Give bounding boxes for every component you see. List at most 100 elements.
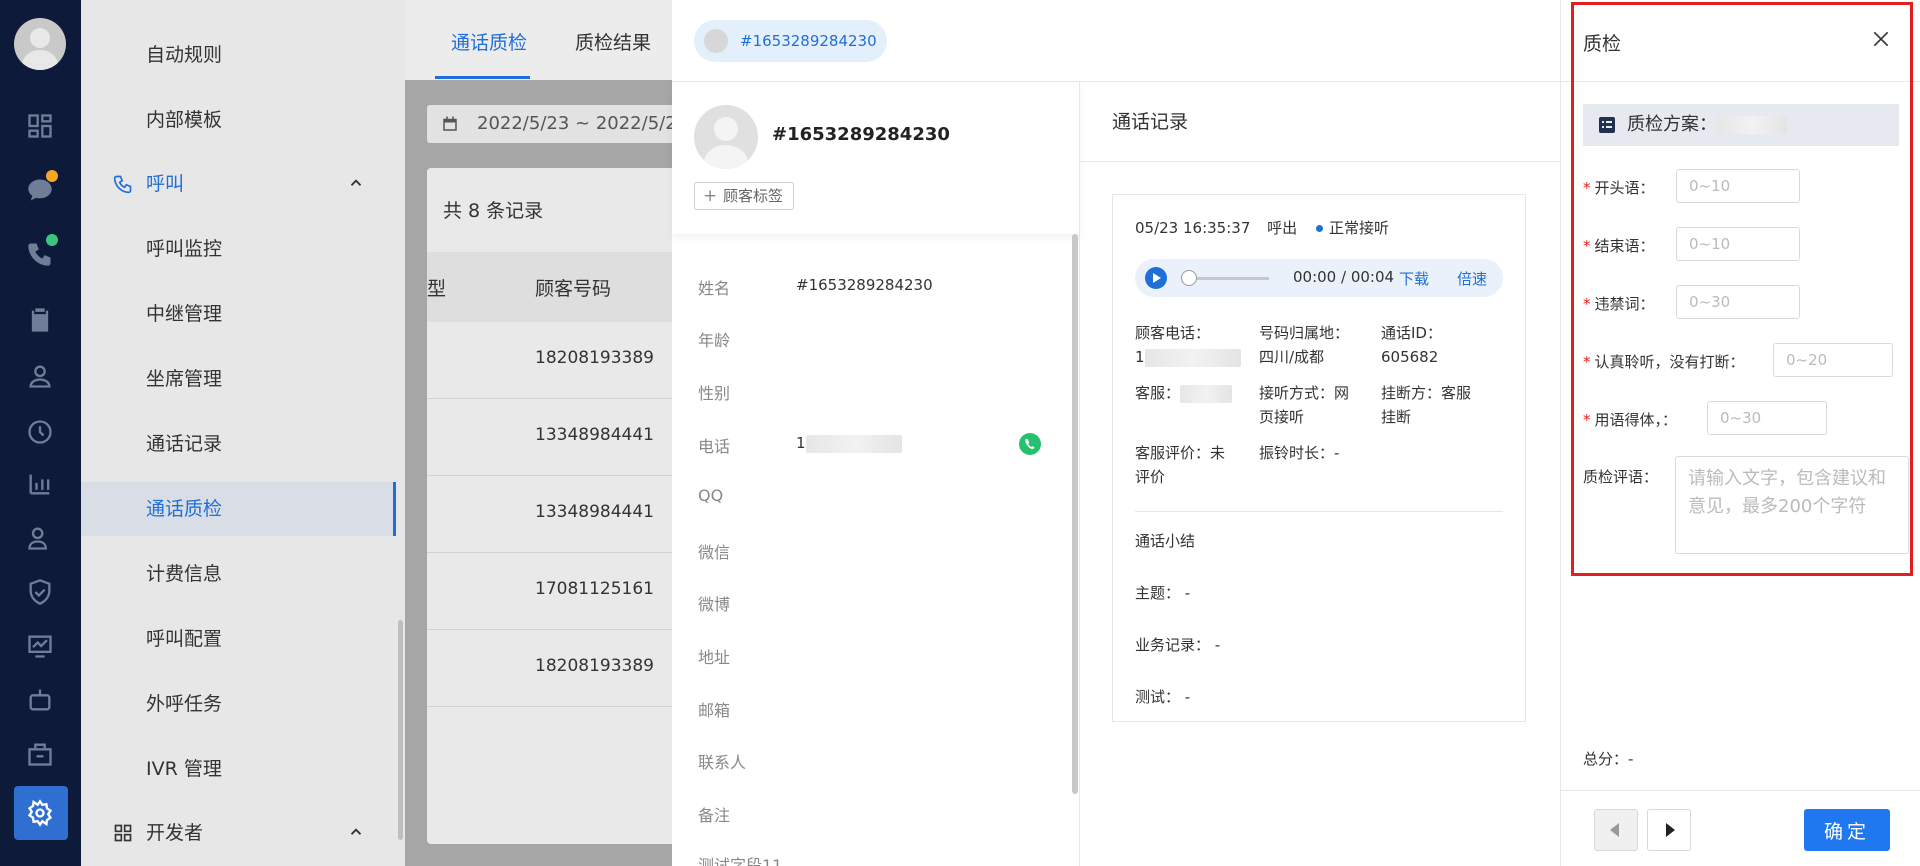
cell-phone: 13348984441 bbox=[535, 425, 654, 445]
tab-call-qc[interactable]: 通话质检 bbox=[451, 28, 527, 55]
rating-info: 客服评价：未 评价 bbox=[1135, 441, 1245, 489]
ring-duration-info: 振铃时长：- bbox=[1259, 444, 1340, 462]
gear-icon[interactable] bbox=[26, 799, 54, 827]
qc-input-forbidden[interactable] bbox=[1676, 285, 1800, 319]
audio-progress-track[interactable] bbox=[1189, 277, 1269, 280]
next-button[interactable] bbox=[1647, 809, 1691, 851]
download-link[interactable]: 下载 bbox=[1399, 268, 1429, 289]
col-header-phone: 顾客号码 bbox=[535, 278, 612, 300]
qc-input-opening[interactable] bbox=[1676, 169, 1800, 203]
qc-input-wording[interactable] bbox=[1707, 401, 1827, 435]
field-label-qq: QQ bbox=[698, 486, 724, 505]
secondary-menu: 自动规则 内部模板 呼叫 呼叫监控 中继管理 坐席管理 通话记录 通话质检 计费… bbox=[81, 0, 405, 866]
menu-item-agent[interactable]: 坐席管理 bbox=[81, 352, 395, 406]
region-label: 号码归属地： bbox=[1259, 324, 1350, 342]
cell-phone: 18208193389 bbox=[535, 348, 654, 368]
menu-item-call-qc[interactable]: 通话质检 bbox=[81, 482, 396, 536]
icon-rail bbox=[0, 0, 81, 866]
qc-label-listening: * 认真聆听，没有打断： bbox=[1583, 353, 1745, 371]
menu-item-billing[interactable]: 计费信息 bbox=[81, 547, 395, 601]
phone-first-digit: 1 bbox=[796, 434, 806, 452]
audio-progress-knob[interactable] bbox=[1181, 270, 1197, 286]
hangup-value: 挂断 bbox=[1381, 408, 1412, 426]
customer-scrollbar[interactable] bbox=[1072, 234, 1078, 794]
tab-underline bbox=[435, 76, 530, 79]
menu-group-call[interactable]: 呼叫 bbox=[81, 157, 395, 211]
qc-input-closing[interactable] bbox=[1676, 227, 1800, 261]
customer-tab-pill[interactable]: #1653289284230 bbox=[694, 20, 887, 62]
field-label-gender: 性别 bbox=[698, 384, 731, 403]
masked-agent bbox=[1180, 384, 1233, 403]
grid-icon bbox=[114, 824, 132, 842]
menu-item-trunk[interactable]: 中继管理 bbox=[81, 287, 395, 341]
phone-badge bbox=[46, 234, 58, 246]
col-header-type: 型 bbox=[427, 278, 447, 300]
menu-item-ivr[interactable]: IVR 管理 bbox=[81, 742, 395, 796]
summary-title: 通话小结 bbox=[1135, 532, 1196, 550]
table-header: 型 顾客号码 bbox=[427, 252, 677, 322]
menu-item-internal-template[interactable]: 内部模板 bbox=[81, 93, 395, 147]
cell-phone: 18208193389 bbox=[535, 656, 654, 676]
qc-label-opening: * 开头语： bbox=[1583, 179, 1655, 197]
whatsapp-icon[interactable] bbox=[1018, 432, 1042, 456]
speed-link[interactable]: 倍速 bbox=[1457, 268, 1487, 289]
drawer-tabs: #1653289284230 bbox=[672, 0, 1560, 82]
field-label-contact: 联系人 bbox=[698, 753, 747, 772]
menu-item-auto-rule[interactable]: 自动规则 bbox=[81, 28, 395, 82]
user-avatar[interactable] bbox=[14, 18, 66, 70]
masked-phone bbox=[805, 434, 902, 453]
dashboard-icon[interactable] bbox=[26, 112, 54, 140]
agent-label: 客服： bbox=[1135, 384, 1181, 402]
shield-icon[interactable] bbox=[26, 578, 54, 606]
qc-label-closing: * 结束语： bbox=[1583, 237, 1655, 255]
monitor-icon[interactable] bbox=[26, 632, 54, 660]
field-value-name: #1653289284230 bbox=[796, 276, 933, 294]
phone-icon bbox=[113, 175, 132, 194]
answer-method-info: 接听方式：网 页接听 bbox=[1259, 381, 1369, 429]
rating-value: 评价 bbox=[1135, 468, 1166, 486]
table-row[interactable]: 17081125161 bbox=[427, 553, 677, 630]
user-icon[interactable] bbox=[26, 362, 54, 390]
menu-item-call-monitor[interactable]: 呼叫监控 bbox=[81, 222, 395, 276]
call-id-label: 通话ID： bbox=[1381, 324, 1442, 342]
table-row[interactable]: 18208193389 bbox=[427, 630, 677, 707]
divider bbox=[1135, 511, 1503, 512]
field-label-test11: 测试字段11 bbox=[698, 856, 783, 866]
close-icon[interactable] bbox=[1871, 29, 1891, 49]
tab-qc-result[interactable]: 质检结果 bbox=[575, 28, 651, 55]
menu-group-developer-label: 开发者 bbox=[146, 822, 204, 844]
robot-icon[interactable] bbox=[26, 686, 54, 714]
qc-footer: 确定 bbox=[1561, 790, 1920, 866]
menu-scrollbar[interactable] bbox=[398, 620, 403, 840]
table-row[interactable]: 13348984441 bbox=[427, 476, 677, 553]
prev-button[interactable] bbox=[1594, 809, 1638, 851]
menu-item-call-record[interactable]: 通话记录 bbox=[81, 417, 395, 471]
menu-group-call-label: 呼叫 bbox=[146, 173, 185, 195]
play-button[interactable] bbox=[1145, 267, 1167, 289]
menu-item-outbound-task[interactable]: 外呼任务 bbox=[81, 677, 395, 731]
agent-info: 客服： bbox=[1135, 381, 1255, 405]
customer-tag-button[interactable]: + 顾客标签 bbox=[694, 182, 795, 210]
qc-input-listening[interactable] bbox=[1773, 343, 1893, 377]
menu-item-call-config[interactable]: 呼叫配置 bbox=[81, 612, 395, 666]
call-id-value: 605682 bbox=[1381, 348, 1439, 366]
answer-method-value: 页接听 bbox=[1259, 408, 1305, 426]
qc-comment-textarea[interactable] bbox=[1675, 456, 1909, 554]
contacts-icon[interactable] bbox=[26, 524, 54, 552]
bar-chart-icon[interactable] bbox=[26, 470, 54, 498]
qc-plan-label: 质检方案： bbox=[1627, 114, 1717, 135]
clipboard-icon[interactable] bbox=[26, 306, 54, 334]
qc-label-wording: * 用语得体，： bbox=[1583, 411, 1678, 429]
date-range-picker[interactable]: 2022/5/23 ~ 2022/5/2 bbox=[427, 105, 677, 143]
hangup-info: 挂断方：客服 挂断 bbox=[1381, 381, 1491, 429]
chevron-up-icon bbox=[350, 179, 362, 186]
table-row[interactable]: 18208193389 bbox=[427, 322, 677, 399]
menu-group-developer[interactable]: 开发者 bbox=[81, 806, 395, 860]
status-dot bbox=[1315, 225, 1323, 232]
confirm-button[interactable]: 确定 bbox=[1804, 809, 1890, 851]
field-label-email: 邮箱 bbox=[698, 701, 731, 720]
table-row[interactable]: 13348984441 bbox=[427, 399, 677, 476]
history-icon[interactable] bbox=[26, 418, 54, 446]
package-icon[interactable] bbox=[26, 740, 54, 768]
customer-avatar bbox=[694, 105, 758, 169]
